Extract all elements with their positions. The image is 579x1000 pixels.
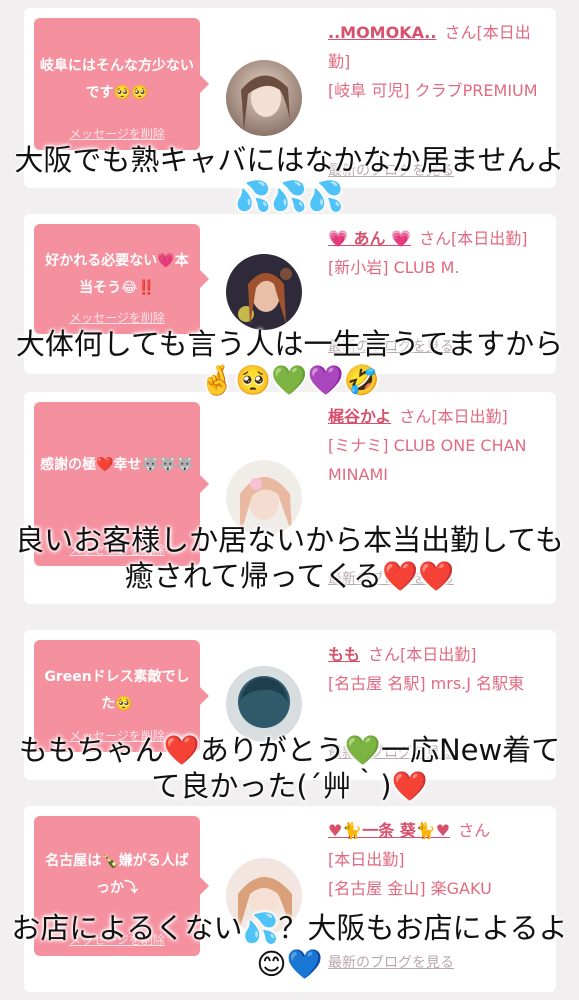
avatar[interactable] [226, 60, 302, 136]
honorific: さん [458, 821, 491, 840]
host-info: 💗 あん 💗 さん[本日出勤] [新小岩] CLUB M. [328, 224, 546, 282]
shop-name: [名古屋 金山] 楽GAKU [328, 879, 492, 898]
host-info: ♥🐈一条 葵🐈♥ さん [本日出勤] [名古屋 金山] 楽GAKU [328, 816, 546, 903]
shop-name: [新小岩] CLUB M. [328, 258, 460, 277]
avatar[interactable] [226, 254, 302, 330]
honorific: さん [444, 23, 477, 42]
honorific: さん [368, 645, 401, 664]
host-info: もも さん[本日出勤] [名古屋 名駅] mrs.J 名駅東 [328, 640, 546, 698]
honorific: さん [419, 229, 452, 248]
host-info: ..MOMOKA.. さん[本日出勤] [岐阜 可児] クラブPREMIUM [328, 18, 546, 105]
delete-message-link[interactable]: メッセージを削除 [34, 125, 200, 142]
host-name-link[interactable]: もも [328, 645, 360, 664]
message-text: 岐阜にはそんな方少ないです🥺🥺 [40, 58, 194, 101]
shop-name: [岐阜 可児] クラブPREMIUM [328, 81, 538, 100]
work-status: [本日出勤] [328, 850, 405, 869]
work-status: [本日出勤] [431, 407, 508, 426]
message-bubble: 好かれる必要ない💗本当そう😂‼️ メッセージを削除 [34, 224, 209, 334]
work-status: [本日出勤] [400, 645, 477, 664]
message-bubble: 岐阜にはそんな方少ないです🥺🥺 メッセージを削除 [34, 18, 209, 150]
host-info: 梶谷かよ さん[本日出勤] [ミナミ] CLUB ONE CHAN MINAMI [328, 402, 546, 489]
message-text: 感謝の極❤️幸せ🐺🐺🐺 [40, 457, 194, 473]
message-text: 名古屋は🍾嫌がる人ばっか⤵︎ [45, 853, 189, 896]
host-name-link[interactable]: 梶谷かよ [328, 407, 391, 426]
host-name-link[interactable]: 💗 あん 💗 [328, 229, 411, 248]
host-name-link[interactable]: ♥🐈一条 葵🐈♥ [328, 821, 450, 840]
host-name-link[interactable]: ..MOMOKA.. [328, 23, 436, 42]
overlay-caption: 大阪でも熟キャバにはなかなか居ませんよ💦💦💦 [14, 143, 565, 213]
shop-name: [名古屋 名駅] mrs.J 名駅東 [328, 674, 525, 693]
overlay-caption: ももちゃん❤️ありがとう💚一応New着てて良かった(´艸｀)❤️ [18, 733, 561, 803]
work-status: [本日出勤] [451, 229, 528, 248]
shop-name: [ミナミ] CLUB ONE CHAN MINAMI [328, 436, 527, 484]
overlay-caption: 良いお客様しか居ないから本当出勤しても癒されて帰ってくる❤️❤️ [15, 523, 564, 593]
honorific: さん [399, 407, 432, 426]
delete-message-link[interactable]: メッセージを削除 [34, 309, 200, 326]
overlay-caption: 大体何しても言う人は一生言うてますから🤞🥺💚💜🤣 [15, 327, 564, 397]
message-text: 好かれる必要ない💗本当そう😂‼️ [45, 253, 189, 296]
message-text: Greenドレス素敵でした🥺 [44, 669, 190, 712]
overlay-caption: お店によるくない💦？大阪もお店によるよ😊💙 [11, 911, 568, 981]
avatar[interactable] [226, 666, 302, 742]
